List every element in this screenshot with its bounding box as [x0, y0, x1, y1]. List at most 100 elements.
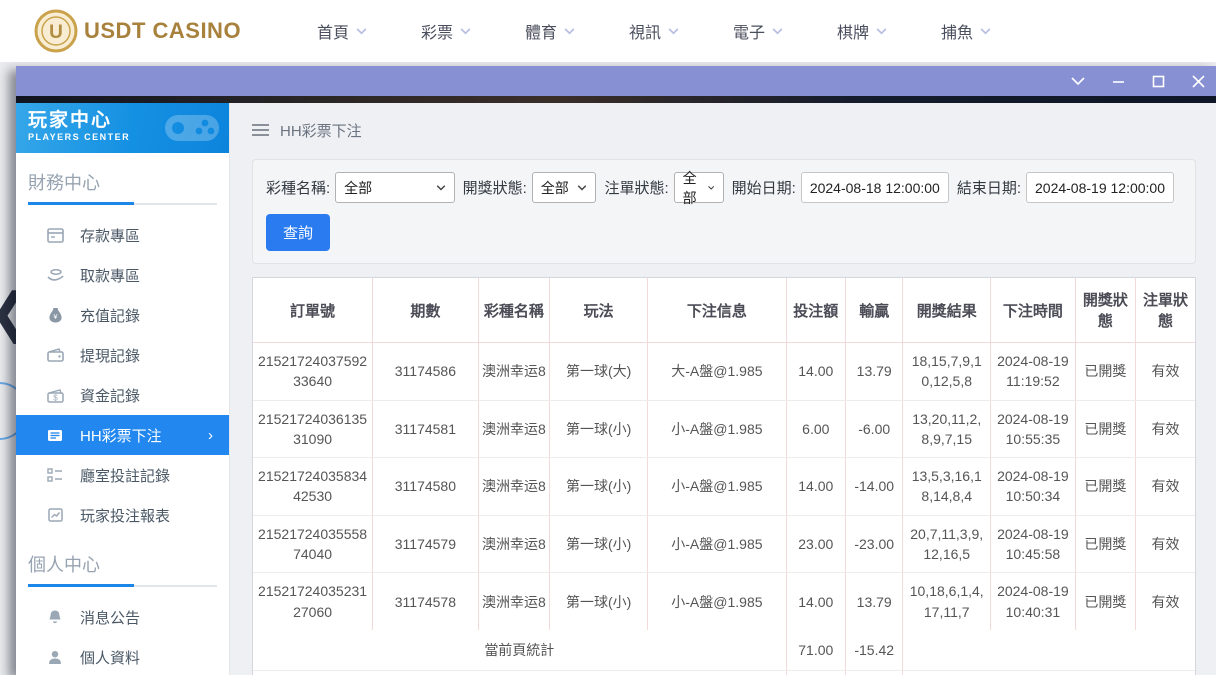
page-summary-bet-amount: 71.00: [786, 629, 846, 672]
nav-item-cards[interactable]: 棋牌: [810, 19, 914, 43]
order-status-label: 注單狀態:: [604, 180, 669, 197]
cell-bet-info: 小-A盤@1.985: [647, 400, 787, 459]
cell-bet-info: 小-A盤@1.985: [647, 457, 787, 516]
sidebar-item-funds-record[interactable]: $ 資金記錄: [16, 375, 229, 415]
sidebar: 玩家中心 PLAYERS CENTER 財務中心 存款專區 取款專區 ¥ 充值記…: [16, 103, 230, 675]
cell-bet-time: 2024-08-19 10:45:58: [990, 515, 1076, 574]
sidebar-item-label: 資金記錄: [80, 387, 141, 405]
nav-item-lottery[interactable]: 彩票: [394, 19, 498, 43]
window-top-shadow: [16, 96, 1216, 103]
bell-icon: [46, 608, 64, 626]
page-title: HH彩票下注: [280, 122, 362, 140]
sidebar-item-profile[interactable]: 個人資料: [16, 637, 229, 675]
header-draw-status: 開獎狀態: [1075, 278, 1137, 343]
end-date-label: 結束日期:: [956, 180, 1021, 197]
window-maximize-button[interactable]: [1150, 73, 1166, 89]
table-row: 2152172403523127060 31174578 澳洲幸运8 第一球(小) 小-…: [253, 572, 1195, 630]
start-date-label: 開始日期:: [731, 180, 796, 197]
cell-bet-amount: 23.00: [786, 515, 846, 574]
table-header-row: 訂單號 期數 彩種名稱 玩法 下注信息 投注額 輸贏 開獎結果 下注時間 開獎狀…: [253, 278, 1195, 343]
chevron-down-icon: [772, 27, 783, 34]
cell-bet-info: 大-A盤@1.985: [647, 342, 787, 401]
sidebar-item-player-bet-report[interactable]: 玩家投注報表: [16, 495, 229, 535]
window-collapse-button[interactable]: [1070, 73, 1086, 89]
menu-toggle-icon[interactable]: [252, 124, 269, 136]
chevron-down-icon: [668, 27, 679, 34]
window-close-button[interactable]: [1190, 73, 1206, 89]
page-summary-win-loss: -15.42: [845, 629, 904, 672]
cell-draw-status: 已開獎: [1075, 457, 1137, 516]
nav-item-sports[interactable]: 體育: [498, 19, 602, 43]
sidebar-item-withdraw[interactable]: 取款專區: [16, 255, 229, 295]
sidebar-item-deposit[interactable]: 存款專區: [16, 215, 229, 255]
total-summary-empty: [903, 671, 1195, 675]
sidebar-item-label: 提現記錄: [80, 347, 141, 365]
cell-order-no: 2152172403555874040: [253, 515, 374, 574]
cell-order-no: 2152172403613531090: [253, 400, 374, 459]
chevron-down-icon: [436, 184, 445, 191]
sidebar-item-label: 消息公告: [80, 609, 141, 627]
main-content: HH彩票下注 彩種名稱: 全部 開獎狀態: 全部 注單狀態: 全部 開始日期: …: [230, 103, 1216, 675]
cell-order-status: 有效: [1135, 515, 1195, 574]
nav-label: 視訊: [628, 25, 661, 42]
nav-item-home[interactable]: 首頁: [290, 19, 394, 43]
nav-item-live[interactable]: 視訊: [602, 19, 706, 43]
breadcrumb: HH彩票下注: [252, 115, 1196, 145]
logo-text: USDT CASINO: [84, 18, 242, 43]
section-title-personal: 個人中心: [28, 555, 100, 575]
cell-draw-status: 已開獎: [1075, 515, 1137, 574]
cell-lottery: 澳洲幸运8: [478, 515, 551, 574]
cell-period: 31174581: [372, 400, 479, 459]
nav-item-slots[interactable]: 電子: [706, 19, 810, 43]
bets-table-panel: 訂單號 期數 彩種名稱 玩法 下注信息 投注額 輸贏 開獎結果 下注時間 開獎狀…: [252, 277, 1196, 675]
sidebar-item-label: 取款專區: [80, 267, 141, 285]
search-button[interactable]: 查詢: [266, 214, 331, 251]
cell-bet-time: 2024-08-19 10:40:31: [990, 572, 1076, 630]
svg-text:U: U: [49, 22, 63, 43]
chevron-down-icon: [980, 27, 991, 34]
cell-play: 第一球(小): [549, 515, 649, 574]
sidebar-item-recharge-record[interactable]: ¥ 充值記錄: [16, 295, 229, 335]
nav-label: 電子: [732, 25, 765, 42]
chevron-down-icon: [708, 185, 715, 190]
site-logo[interactable]: U USDT CASINO: [34, 9, 264, 53]
sidebar-item-announcements[interactable]: 消息公告: [16, 597, 229, 637]
end-date-input[interactable]: 2024-08-19 12:00:00: [1026, 172, 1174, 203]
order-status-value: 全部: [682, 169, 697, 206]
header-bet-time: 下注時間: [990, 278, 1076, 343]
cell-win-loss: 13.79: [845, 572, 904, 630]
total-summary-label: 總統計: [253, 670, 787, 675]
order-status-select[interactable]: 全部: [673, 170, 724, 206]
cell-draw-result: 10,18,6,1,4,17,11,7: [902, 572, 992, 630]
page-summary-row: 當前頁統計 71.00 -15.42: [253, 629, 1195, 672]
total-summary-bet-amount: 71.00: [786, 670, 846, 675]
user-icon: [46, 648, 64, 666]
start-date-input[interactable]: 2024-08-18 12:00:00: [800, 172, 949, 203]
cell-bet-time: 2024-08-19 11:19:52: [990, 342, 1076, 401]
sidebar-item-withdraw-record[interactable]: 提現記錄: [16, 335, 229, 375]
cell-order-status: 有效: [1135, 457, 1195, 516]
sidebar-item-label: HH彩票下注: [80, 427, 162, 445]
sidebar-item-hall-bet-record[interactable]: 廳室投註記錄: [16, 455, 229, 495]
report-chart-icon: [46, 506, 64, 524]
draw-status-select[interactable]: 全部: [531, 172, 597, 203]
lottery-name-select[interactable]: 全部: [335, 172, 455, 203]
window-minimize-button[interactable]: [1110, 73, 1126, 89]
cell-lottery: 澳洲幸运8: [478, 400, 551, 459]
cell-draw-result: 13,20,11,2,8,9,7,15: [902, 400, 992, 459]
table-row: 2152172403613531090 31174581 澳洲幸运8 第一球(小) 小-…: [253, 400, 1195, 459]
chevron-right-icon: ›: [208, 426, 213, 444]
bets-table: 訂單號 期數 彩種名稱 玩法 下注信息 投注額 輸贏 開獎結果 下注時間 開獎狀…: [253, 278, 1195, 675]
chevron-down-icon: [1071, 76, 1085, 85]
nav-item-fishing[interactable]: 捕魚: [914, 19, 1018, 43]
sidebar-item-label: 存款專區: [80, 227, 141, 245]
gamepad-icon: [165, 115, 219, 141]
header-period: 期數: [372, 278, 479, 343]
cell-bet-time: 2024-08-19 10:50:34: [990, 457, 1076, 516]
cell-order-status: 有效: [1135, 342, 1195, 401]
sidebar-item-hh-lottery-bets[interactable]: HH彩票下注 ›: [16, 415, 229, 455]
cell-period: 31174586: [372, 342, 479, 401]
sidebar-item-label: 廳室投註記錄: [80, 467, 171, 485]
chevron-down-icon: [578, 184, 587, 191]
cell-bet-info: 小-A盤@1.985: [647, 515, 787, 574]
